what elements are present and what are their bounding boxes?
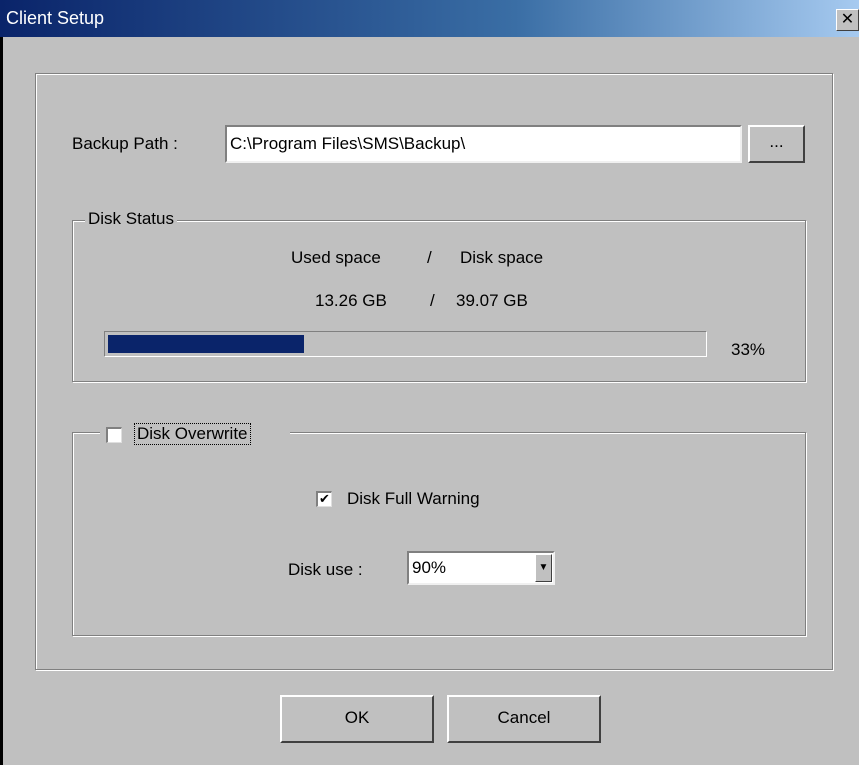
disk-overwrite-label[interactable]: Disk Overwrite: [134, 423, 251, 445]
window-title: Client Setup: [6, 8, 105, 28]
check-icon: ✔: [319, 491, 330, 506]
chevron-down-icon: ▼: [538, 562, 549, 573]
disk-usage-percent: 33%: [731, 340, 766, 359]
used-space-value: 13.26 GB: [315, 291, 387, 310]
disk-full-warning-checkbox[interactable]: ✔: [316, 491, 332, 507]
disk-full-warning-label[interactable]: Disk Full Warning: [347, 489, 480, 509]
cancel-button[interactable]: Cancel: [447, 695, 601, 743]
close-icon: ✕: [840, 11, 855, 28]
backup-path-input[interactable]: C:\Program Files\SMS\Backup\: [225, 125, 742, 163]
disk-overwrite-checkbox[interactable]: [106, 427, 122, 443]
browse-button[interactable]: ...: [748, 125, 805, 163]
browse-button-label: ...: [769, 132, 784, 151]
disk-use-label: Disk use :: [288, 560, 363, 579]
value-separator: /: [430, 291, 435, 310]
cancel-button-label: Cancel: [497, 708, 551, 727]
disk-overwrite-group: [72, 432, 806, 636]
disk-space-header: Disk space: [460, 248, 544, 267]
window-titlebar[interactable]: Client Setup ✕: [0, 0, 859, 37]
disk-usage-progress-bar: [104, 331, 707, 357]
disk-space-value: 39.07 GB: [456, 291, 528, 310]
used-space-header: Used space: [291, 248, 381, 267]
disk-usage-progress-fill: [108, 335, 304, 353]
close-button[interactable]: ✕: [836, 9, 859, 31]
disk-use-value: 90%: [412, 558, 447, 577]
window-left-border: [0, 37, 3, 765]
disk-status-title: Disk Status: [85, 209, 177, 229]
ok-button[interactable]: OK: [280, 695, 434, 743]
dropdown-arrow-button[interactable]: ▼: [535, 554, 552, 582]
disk-status-group: [72, 220, 806, 382]
disk-use-select[interactable]: 90% ▼: [407, 551, 555, 585]
ok-button-label: OK: [344, 708, 370, 727]
backup-path-label: Backup Path :: [72, 134, 178, 153]
header-separator: /: [427, 248, 432, 267]
